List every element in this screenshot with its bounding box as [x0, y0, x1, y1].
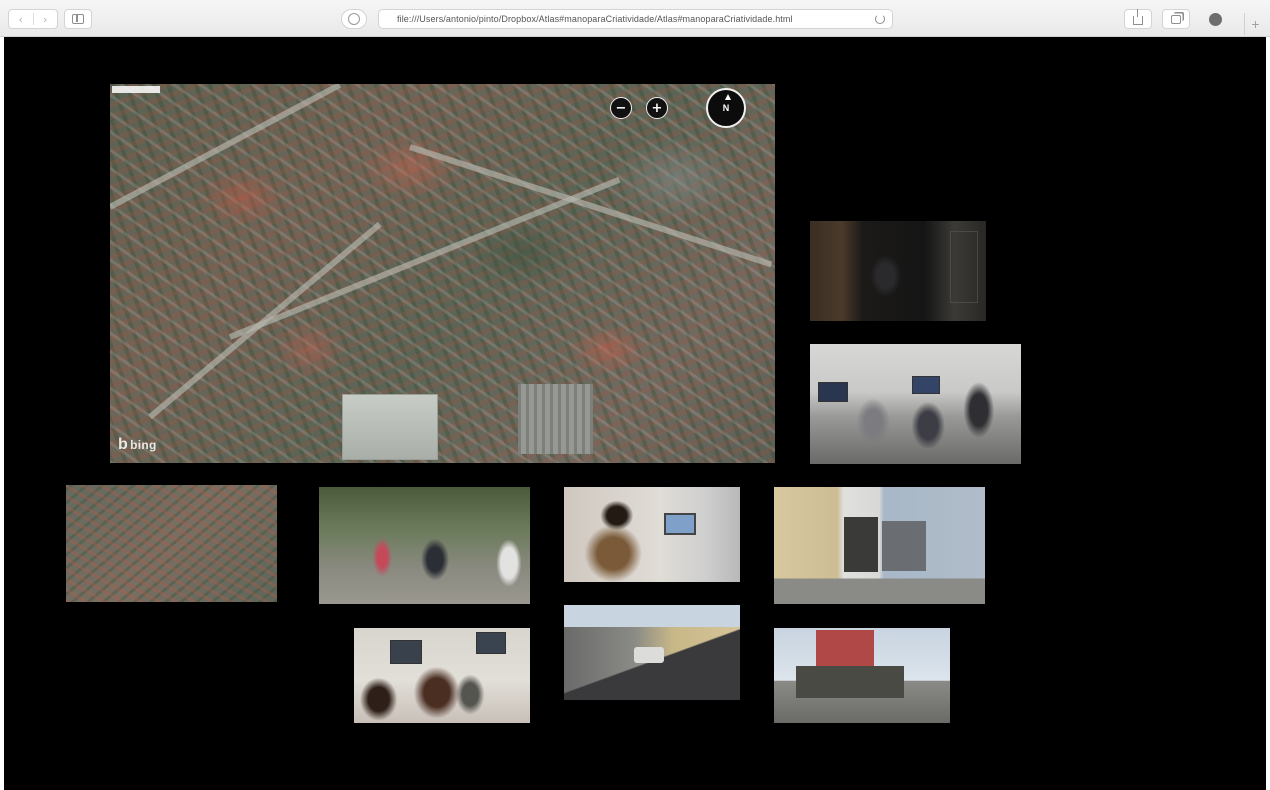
zoom-in-button[interactable]: +: [646, 97, 668, 119]
map-building: [342, 394, 438, 460]
bing-logo-text: bing: [130, 438, 157, 452]
map-parking-lot: [518, 384, 593, 454]
zoom-out-icon: −: [615, 100, 627, 116]
satellite-map[interactable]: − + N b bing: [110, 84, 775, 463]
sidebar-button[interactable]: [64, 9, 92, 29]
map-road: [148, 221, 382, 420]
map-scale-bar: [112, 86, 160, 93]
plus-icon: +: [1251, 16, 1260, 32]
page-viewport: − + N b bing: [4, 37, 1266, 790]
photo-group-outdoors[interactable]: [319, 487, 530, 604]
zoom-out-button[interactable]: −: [610, 97, 632, 119]
photo-street-building[interactable]: [774, 487, 985, 604]
forward-icon[interactable]: ›: [34, 13, 58, 26]
photo-truck-house[interactable]: [774, 628, 950, 723]
tabs-icon: [1171, 14, 1181, 24]
reload-icon[interactable]: [875, 14, 885, 24]
map-road: [409, 144, 773, 268]
navigation-buttons: ‹ ›: [8, 9, 58, 29]
photo-computer-class[interactable]: [354, 628, 530, 723]
map-road: [110, 84, 341, 210]
back-icon[interactable]: ‹: [9, 13, 33, 26]
zoom-in-icon: +: [651, 100, 663, 116]
photo-street-cars[interactable]: [564, 605, 740, 700]
tab-overview-button[interactable]: [1162, 9, 1190, 29]
privacy-icon: [348, 13, 360, 25]
bing-logo: b bing: [118, 436, 157, 454]
browser-toolbar: ‹ › file:///Users/antonio/pinto/Dropbox/…: [0, 0, 1270, 37]
compass-button[interactable]: N: [706, 88, 746, 128]
map-road: [228, 176, 621, 340]
sidebar-icon: [72, 14, 84, 24]
bing-logo-glyph: b: [118, 436, 129, 453]
photo-woman-at-computer[interactable]: [564, 487, 740, 582]
privacy-report-button[interactable]: [341, 9, 367, 29]
share-button[interactable]: [1124, 9, 1152, 29]
photo-person-dark-room[interactable]: [810, 221, 986, 321]
address-bar[interactable]: file:///Users/antonio/pinto/Dropbox/Atla…: [378, 9, 893, 29]
photo-aerial-neighborhood[interactable]: [66, 485, 277, 602]
extension-button[interactable]: [1201, 9, 1229, 29]
extension-icon: [1208, 12, 1222, 26]
address-url: file:///Users/antonio/pinto/Dropbox/Atla…: [397, 14, 793, 24]
compass-icon: N: [722, 103, 730, 113]
photo-computer-workshop[interactable]: [810, 344, 1021, 464]
new-tab-button[interactable]: +: [1244, 13, 1266, 35]
share-icon: [1133, 9, 1143, 25]
